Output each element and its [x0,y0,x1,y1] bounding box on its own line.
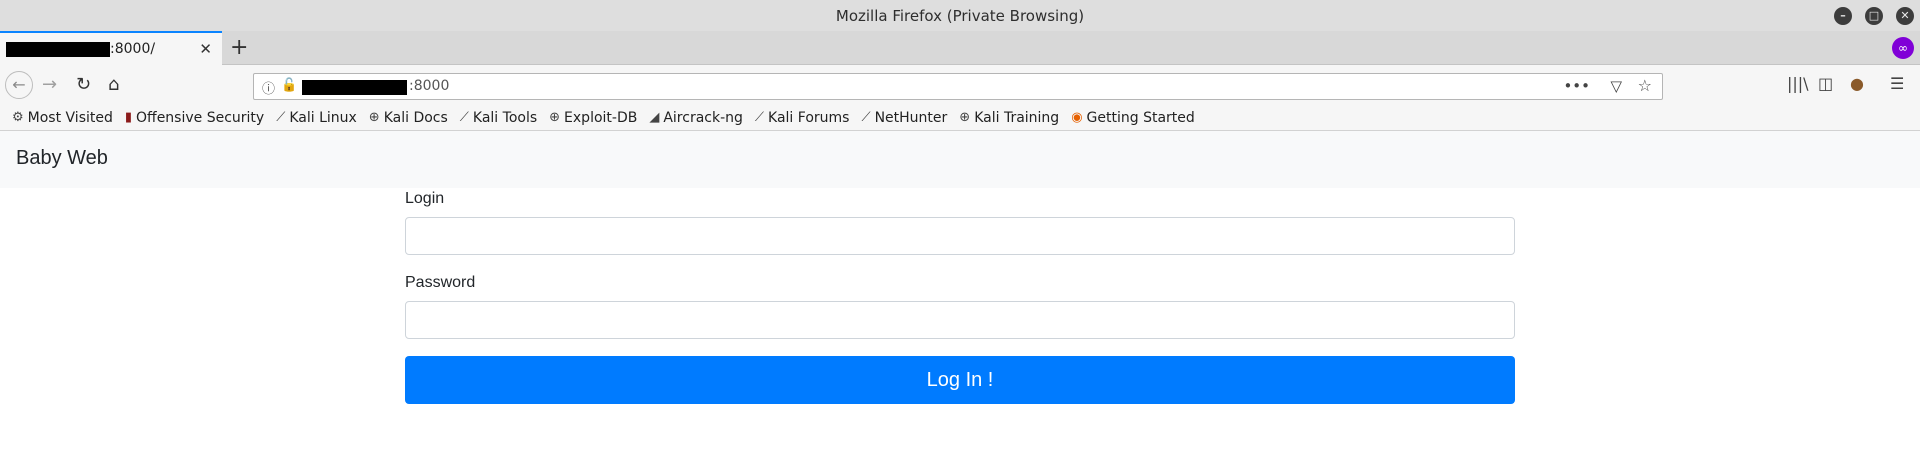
bookmark-kali-docs[interactable]: ⊕ Kali Docs [369,110,448,126]
bookmark-nethunter[interactable]: ⟋ NetHunter [861,110,947,126]
tab-title: :8000/ [110,41,156,57]
library-icon[interactable]: |||\ [1787,74,1809,93]
bookmark-label: Kali Training [974,109,1060,126]
navigation-toolbar: ← → ↻ ⌂ ⓘ 🔓 :8000 ••• ▽ ☆ |||\ ◫ ● ☰ [0,65,1920,105]
firefox-icon: ◉ [1071,110,1083,125]
password-label: Password [405,274,476,291]
page-content: Baby Web Login Password Log In ! [0,131,1920,475]
kali-icon: ⟋ [459,110,469,125]
bookmark-label: Exploit-DB [564,109,638,126]
globe-icon: ⊕ [549,110,561,125]
sidebar-icon[interactable]: ◫ [1818,74,1833,93]
login-input[interactable] [405,217,1515,255]
star-icon[interactable]: ☆ [1638,76,1652,95]
bookmark-label: Aircrack-ng [663,109,743,126]
site-navbar: Baby Web [0,131,1920,188]
bookmark-label: Kali Tools [472,109,538,126]
redacted-host [6,41,110,57]
bookmark-label: Getting Started [1086,109,1195,126]
window-titlebar: Mozilla Firefox (Private Browsing) – □ ✕ [0,0,1920,31]
bookmark-label: Kali Linux [289,109,357,126]
bookmark-kali-linux[interactable]: ⟋ Kali Linux [276,110,357,126]
menu-icon[interactable]: ☰ [1890,74,1904,93]
minimize-icon[interactable]: – [1834,7,1852,25]
browser-tab[interactable]: :8000/ ✕ [0,31,222,65]
window-controls: – □ ✕ [1834,7,1914,25]
kali-icon: ⟋ [276,110,286,125]
bookmarks-toolbar: ⚙ Most Visited ▮ Offensive Security ⟋ Ka… [0,105,1920,131]
gear-icon: ⚙ [12,110,24,125]
reload-icon[interactable]: ↻ [76,74,91,96]
bookmark-exploit-db[interactable]: ⊕ Exploit-DB [549,110,637,126]
bookmark-label: Most Visited [27,109,113,126]
login-label: Login [405,190,445,207]
pocket-icon[interactable]: ▽ [1610,77,1622,95]
kali-icon: ⟋ [754,110,765,125]
bookmark-label: Kali Docs [383,109,448,126]
close-icon[interactable]: ✕ [1896,7,1914,25]
bookmark-label: Offensive Security [136,109,265,126]
login-form: Login Password Log In ! [405,188,1515,404]
bookmark-offensive-security[interactable]: ▮ Offensive Security [125,110,264,126]
home-icon[interactable]: ⌂ [108,74,119,96]
kali-icon: ⟋ [861,110,871,125]
redacted-host [302,80,407,95]
forward-icon[interactable]: → [42,74,57,96]
login-button[interactable]: Log In ! [405,356,1515,404]
maximize-icon[interactable]: □ [1865,7,1883,25]
bookmark-aircrack-ng[interactable]: ◢ Aircrack-ng [649,110,743,126]
window-title: Mozilla Firefox (Private Browsing) [835,6,1085,25]
info-icon[interactable]: ⓘ [262,78,275,97]
insecure-lock-icon[interactable]: 🔓 [281,78,297,93]
bookmark-kali-tools[interactable]: ⟋ Kali Tools [460,110,537,126]
password-input[interactable] [405,301,1515,339]
page-actions-icon[interactable]: ••• [1563,77,1590,95]
bookmark-label: NetHunter [874,109,948,126]
bookmark-getting-started[interactable]: ◉ Getting Started [1071,110,1195,126]
globe-icon: ⊕ [368,110,380,125]
back-icon[interactable]: ← [5,71,33,99]
tab-close-icon[interactable]: ✕ [199,40,212,58]
cookie-icon[interactable]: ● [1850,74,1864,93]
tab-strip: :8000/ ✕ + ∞ [0,31,1920,65]
bookmark-label: Kali Forums [768,109,850,126]
url-text: :8000 [409,78,450,94]
offsec-icon: ▮ [124,110,133,125]
bookmark-kali-training[interactable]: ⊕ Kali Training [959,110,1059,126]
bookmark-kali-forums[interactable]: ⟋ Kali Forums [755,110,850,126]
site-brand[interactable]: Baby Web [16,147,108,170]
private-browsing-icon: ∞ [1892,37,1914,59]
url-bar[interactable]: ⓘ 🔓 :8000 ••• ▽ ☆ [253,73,1663,100]
bookmark-most-visited[interactable]: ⚙ Most Visited [12,110,113,126]
aircrack-icon: ◢ [649,110,660,125]
globe-icon: ⊕ [959,110,971,125]
new-tab-button[interactable]: + [230,35,248,60]
